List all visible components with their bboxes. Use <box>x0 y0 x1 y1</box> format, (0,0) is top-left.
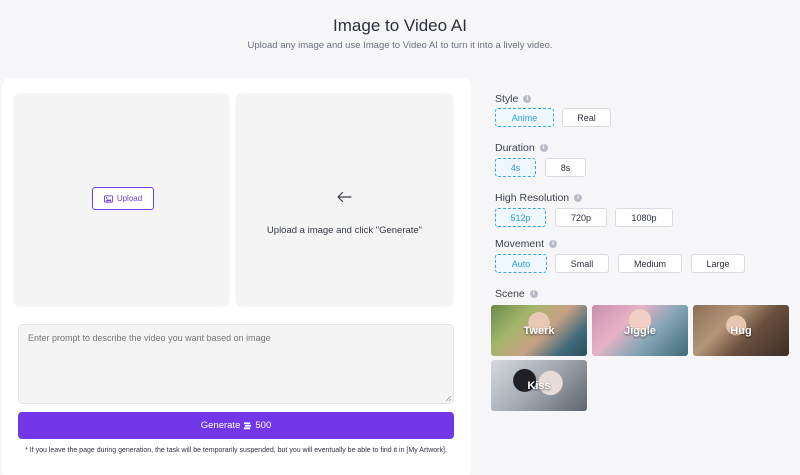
upload-label: Upload <box>116 194 143 203</box>
scene-card-hug[interactable]: Hug <box>693 305 789 356</box>
scene-card-jiggle[interactable]: Jiggle <box>592 305 688 356</box>
generator-card: Upload Upload a image and click "Generat… <box>2 78 471 475</box>
movement-option-large[interactable]: Large <box>691 254 745 273</box>
resolution-section-label: High Resolution i <box>495 192 583 204</box>
arrow-left-icon <box>337 191 352 203</box>
movement-option-auto[interactable]: Auto <box>495 254 547 273</box>
resolution-option-720p[interactable]: 720p <box>555 208 607 227</box>
scene-label-jiggle: Jiggle <box>624 324 656 337</box>
style-label: Style <box>495 93 519 105</box>
header: Image to Video AI Upload any image and u… <box>0 0 800 78</box>
info-icon[interactable]: i <box>539 144 548 152</box>
style-section-label: Style i <box>495 93 532 105</box>
movement-option-medium[interactable]: Medium <box>618 254 682 273</box>
duration-section-label: Duration i <box>495 142 548 154</box>
coin-stack-icon <box>244 422 252 430</box>
scene-card-twerk[interactable]: Twerk <box>491 305 587 356</box>
info-icon[interactable]: i <box>549 240 558 248</box>
scene-label-hug: Hug <box>730 324 752 337</box>
upload-button[interactable]: Upload <box>92 187 154 210</box>
page-subtitle: Upload any image and use Image to Video … <box>247 40 553 51</box>
page-title: Image to Video AI <box>333 16 467 35</box>
scene-label-kiss: Kiss <box>527 379 551 392</box>
duration-label: Duration <box>495 142 535 154</box>
movement-option-small[interactable]: Small <box>555 254 609 273</box>
movement-label: Movement <box>495 238 545 250</box>
info-icon[interactable]: i <box>523 95 532 103</box>
info-icon[interactable]: i <box>529 290 538 298</box>
generation-note: * If you leave the page during generatio… <box>25 447 447 454</box>
preview-hint: Upload a image and click "Generate" <box>266 225 423 236</box>
resolution-option-512p[interactable]: 512p <box>495 208 546 227</box>
scene-label-twerk: Twerk <box>523 324 555 337</box>
preview-panel: Upload a image and click "Generate" <box>236 94 453 306</box>
style-option-anime[interactable]: Anime <box>495 108 554 127</box>
movement-section-label: Movement i <box>495 238 558 250</box>
resolution-label: High Resolution <box>495 192 570 204</box>
resize-handle-icon[interactable] <box>445 395 452 402</box>
info-icon[interactable]: i <box>574 194 583 202</box>
image-icon <box>103 194 113 203</box>
generate-cost: 500 <box>255 420 272 431</box>
resolution-option-1080p[interactable]: 1080p <box>615 208 673 227</box>
scene-section-label: Scene i <box>495 288 538 300</box>
generate-label: Generate <box>200 420 241 431</box>
generate-button[interactable]: Generate 500 <box>18 412 454 439</box>
upload-panel[interactable]: Upload <box>14 94 229 306</box>
duration-option-8s[interactable]: 8s <box>545 158 586 177</box>
scene-card-kiss[interactable]: Kiss <box>491 360 587 411</box>
prompt-input[interactable] <box>18 324 454 404</box>
style-option-real[interactable]: Real <box>562 108 611 127</box>
scene-label: Scene <box>495 288 525 300</box>
duration-option-4s[interactable]: 4s <box>495 158 536 177</box>
